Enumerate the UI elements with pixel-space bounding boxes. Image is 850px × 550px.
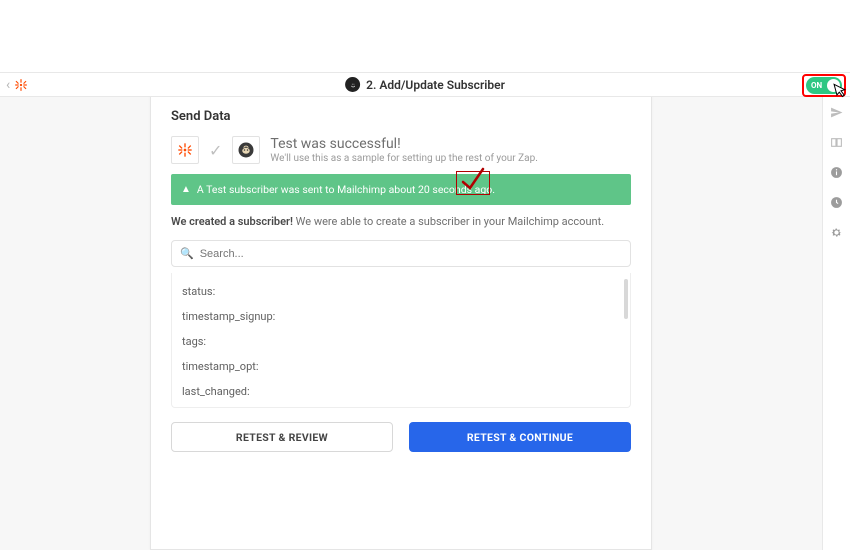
retest-review-button[interactable]: RETEST & REVIEW [171, 422, 393, 452]
send-icon[interactable] [830, 105, 844, 119]
section-title: Send Data [171, 109, 631, 124]
mailchimp-round-icon [345, 77, 360, 92]
test-result-row: ✓ Test was successful! We'll use this as… [171, 136, 631, 164]
retest-continue-button[interactable]: RETEST & CONTINUE [409, 422, 631, 452]
field-row[interactable]: vip: [172, 404, 630, 408]
editor-canvas: Send Data ✓ Test was successful! We'll u… [0, 97, 822, 550]
scrollbar-thumb[interactable] [624, 279, 628, 319]
alert-text: A Test subscriber was sent to Mailchimp … [197, 183, 495, 196]
created-message: We created a subscriber! We were able to… [171, 215, 631, 228]
top-bar: ‹ 2. Add/Update Subscriber [0, 72, 850, 97]
action-buttons: RETEST & REVIEW RETEST & CONTINUE [171, 422, 631, 452]
fields-list: status: timestamp_signup: tags: timestam… [171, 273, 631, 408]
step-header: 2. Add/Update Subscriber [345, 77, 505, 92]
test-success-subtitle: We'll use this as a sample for setting u… [270, 153, 537, 164]
created-rest: We were able to create a subscriber in y… [293, 215, 604, 228]
search-icon: 🔍 [180, 247, 194, 260]
created-bold: We created a subscriber! [171, 215, 293, 228]
toggle-label: ON [811, 81, 822, 90]
book-icon[interactable] [830, 135, 844, 149]
test-success-title: Test was successful! [270, 136, 537, 152]
field-row[interactable]: status: [172, 279, 630, 304]
info-icon[interactable] [830, 165, 844, 179]
field-row[interactable]: last_changed: [172, 379, 630, 404]
success-alert: ▲ A Test subscriber was sent to Mailchim… [171, 174, 631, 205]
field-search[interactable]: 🔍 [171, 240, 631, 267]
right-sidebar [822, 97, 850, 550]
alert-info-icon: ▲ [181, 184, 191, 195]
check-icon: ✓ [209, 141, 222, 160]
step-panel: Send Data ✓ Test was successful! We'll u… [150, 97, 652, 550]
zapier-app-icon [171, 136, 199, 164]
step-title: 2. Add/Update Subscriber [366, 78, 505, 92]
gear-icon[interactable] [830, 225, 844, 239]
mailchimp-app-icon [232, 136, 260, 164]
field-row[interactable]: timestamp_signup: [172, 304, 630, 329]
search-input[interactable] [200, 248, 622, 260]
zapier-logo-icon [14, 78, 28, 92]
back-arrow-icon[interactable]: ‹ [6, 77, 10, 93]
field-row[interactable]: timestamp_opt: [172, 354, 630, 379]
field-row[interactable]: tags: [172, 329, 630, 354]
clock-icon[interactable] [830, 195, 844, 209]
